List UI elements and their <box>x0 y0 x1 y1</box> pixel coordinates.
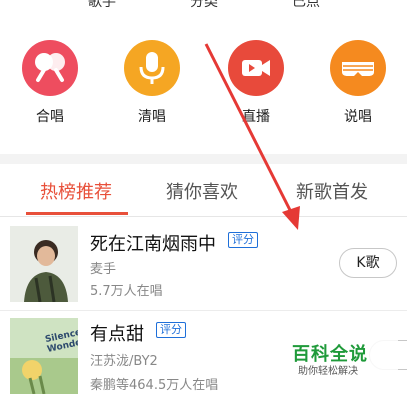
category-label-acapella: 清唱 <box>138 109 166 125</box>
song-row[interactable]: 死在江南烟雨中 评分 麦手 5.7万人在唱 K歌 <box>0 218 407 311</box>
karaoke-button[interactable]: K歌 <box>339 248 397 278</box>
microphone-icon <box>139 52 165 84</box>
album-cover: Silence Wonderland <box>10 318 78 394</box>
video-camera-icon <box>242 60 270 76</box>
album-cover <box>10 226 78 302</box>
duet-icon <box>35 53 65 82</box>
rap-button[interactable] <box>330 40 386 96</box>
singer-name: 汪苏泷/BY2 <box>90 354 158 369</box>
tab-new-songs[interactable]: 新歌首发 <box>296 178 368 204</box>
tab-bar: 热榜推荐 猜你喜欢 新歌首发 <box>0 164 407 217</box>
watermark-subtitle: 助你轻松解决 <box>298 366 358 377</box>
song-title: 有点甜 <box>90 324 144 345</box>
tab-recommend[interactable]: 猜你喜欢 <box>166 178 238 204</box>
singer-label[interactable]: 歌手 <box>88 0 116 11</box>
category-label[interactable]: 分类 <box>190 0 218 11</box>
section-divider <box>0 154 407 164</box>
singer-name: 麦手 <box>90 262 117 277</box>
acapella-button[interactable] <box>124 40 180 96</box>
category-label-live: 直播 <box>242 109 270 125</box>
rating-badge: 评分 <box>156 322 186 338</box>
rating-badge: 评分 <box>228 232 258 248</box>
category-label-duet: 合唱 <box>36 109 64 125</box>
shutter-shades-icon <box>342 62 374 76</box>
duet-button[interactable] <box>22 40 78 96</box>
song-title: 死在江南烟雨中 <box>90 234 216 255</box>
watermark: 百科全说 助你轻松解决 <box>280 340 398 380</box>
live-button[interactable] <box>228 40 284 96</box>
top-category-labels: 歌手 分类 已点 <box>0 0 407 11</box>
listener-count: 5.7万人在唱 <box>90 284 163 299</box>
category-label-rap: 说唱 <box>344 109 372 125</box>
ordered-label[interactable]: 已点 <box>292 0 320 11</box>
active-tab-indicator <box>26 212 128 215</box>
tab-hot-chart[interactable]: 热榜推荐 <box>40 178 112 204</box>
listener-count: 秦鹏等464.5万人在唱 <box>90 378 219 393</box>
